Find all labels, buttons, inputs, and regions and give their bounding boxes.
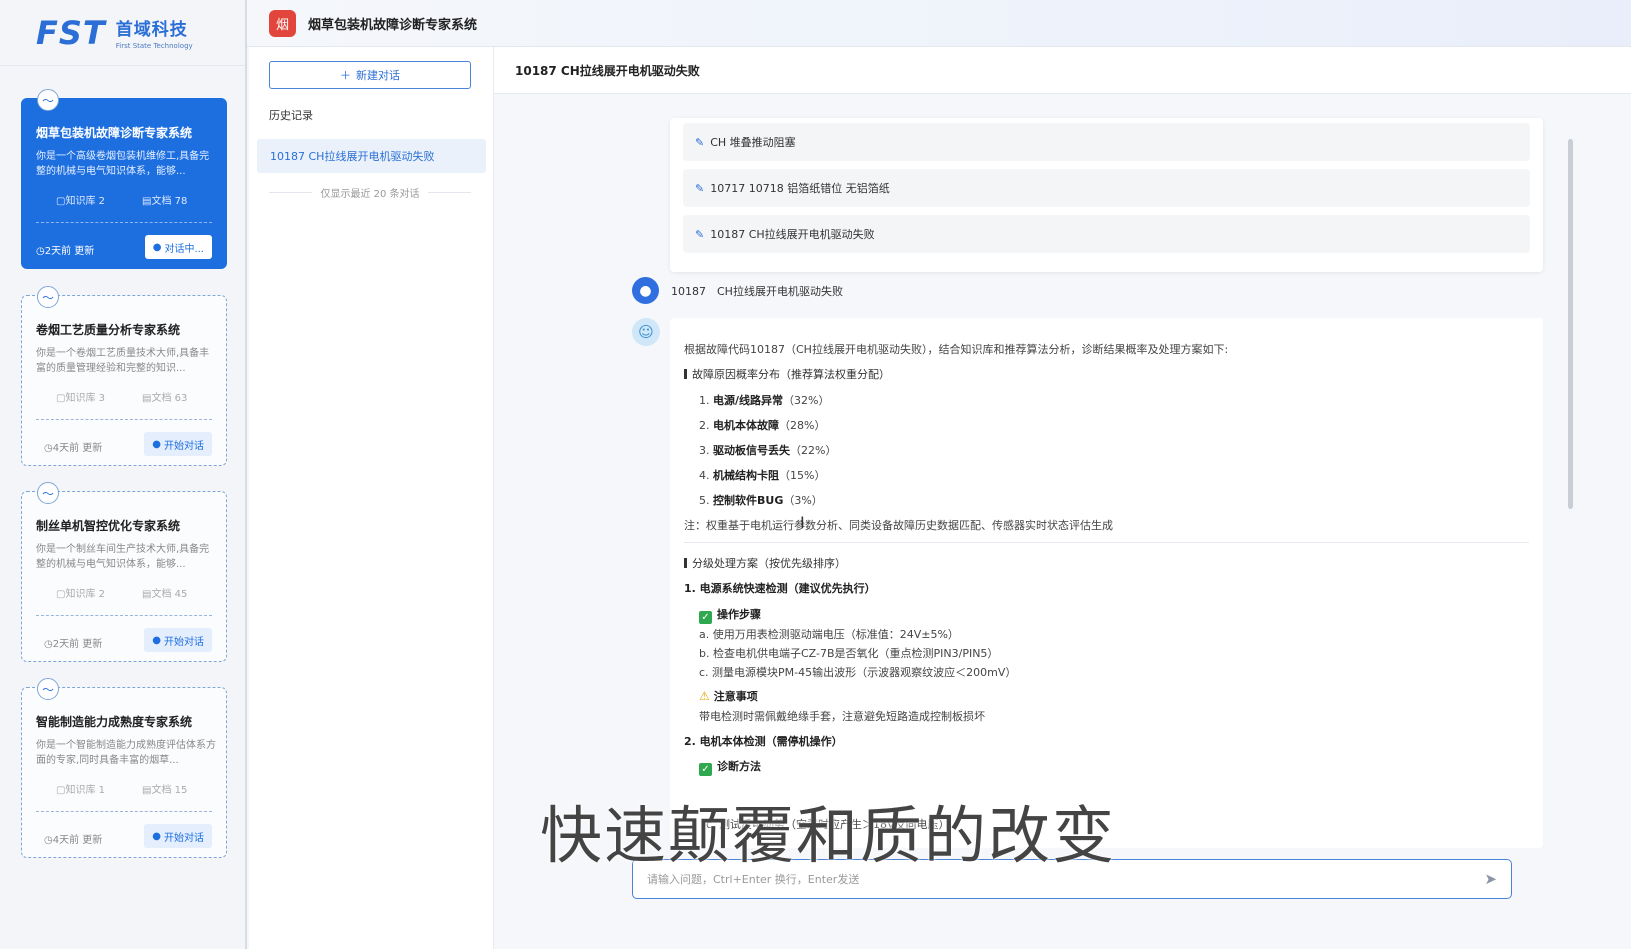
expert-system-card[interactable]: 〜 烟草包装机故障诊断专家系统 你是一个高级卷烟包装机维修工,具备完整的机械与电… [21, 89, 227, 269]
system-sidebar: FST 首域科技 First State Technology 〜 烟草包装机故… [0, 0, 247, 949]
chat-bubble-icon: ● [152, 241, 162, 253]
document-count: ▤文档 63 [142, 393, 188, 404]
chat-status-button[interactable]: ● 对话中... [144, 235, 212, 259]
plus-icon: ＋ [340, 69, 351, 82]
logo-name-cn: 首域科技 [115, 20, 188, 40]
pulse-icon: 〜 [37, 678, 59, 700]
knowledge-base-count: ▢知识库 1 [56, 785, 105, 796]
user-avatar-icon: ● [632, 277, 659, 304]
expert-system-card[interactable]: 〜 制丝单机智控优化专家系统 你是一个制丝车间生产技术大师,具备完整的机械与电气… [21, 482, 227, 662]
ops-label: ✓ 操作步骤 [699, 606, 761, 624]
history-label: 历史记录 [269, 109, 313, 122]
document-count: ▤文档 15 [142, 785, 188, 796]
step-title: 2. 电机本体检测（需停机操作） [684, 735, 843, 748]
user-message: ● 10187 CH拉线展开电机驱动失败 [632, 277, 843, 304]
section-heading: 分级处理方案（按优先级排序） [684, 555, 846, 571]
warning-icon: ⚠ [699, 689, 710, 703]
answer-note: 注：权重基于电机运行参数分析、同类设备故障历史数据匹配、传感器实时状态评估生成 [684, 519, 1113, 532]
suggestion-item[interactable]: ✎ CH 堆叠推动阻塞 [683, 123, 1530, 161]
diag-label: ✓ 诊断方法 [699, 758, 761, 776]
scrollbar[interactable] [1568, 139, 1573, 509]
send-icon[interactable]: ➤ [1484, 870, 1497, 888]
card-divider [36, 222, 212, 223]
checkmark-icon: ✓ [699, 611, 712, 624]
knowledge-base-count: ▢知识库 3 [56, 393, 105, 404]
chat-title: 10187 CH拉线展开电机驱动失败 [494, 47, 1631, 94]
chat-bubble-icon: ● [152, 634, 161, 646]
cause-item: 4. 机械结构卡阻（15%） [699, 469, 826, 482]
card-divider [36, 811, 212, 812]
chat-input-placeholder: 请输入问题，Ctrl+Enter 换行，Enter发送 [647, 873, 860, 886]
new-chat-button[interactable]: ＋ 新建对话 [269, 61, 471, 89]
card-title: 卷烟工艺质量分析专家系统 [36, 323, 181, 337]
updated-time: ◷2天前 更新 [44, 639, 103, 650]
history-panel: ＋ 新建对话 历史记录 10187 CH拉线展开电机驱动失败 仅显示最近 20 … [249, 47, 494, 949]
answer-intro: 根据故障代码10187（CH拉线展开电机驱动失败），结合知识库和推荐算法分析，诊… [684, 343, 1229, 356]
updated-time: ◷2天前 更新 [36, 246, 95, 257]
text-cursor-icon: I [800, 513, 805, 532]
divider [684, 542, 1529, 543]
card-description: 你是一个卷烟工艺质量技术大师,具备丰富的质量管理经验和完整的知识... [36, 348, 210, 374]
cause-item: 3. 驱动板信号丢失（22%） [699, 444, 837, 457]
suggestion-list: ✎ CH 堆叠推动阻塞 ✎ 10717 10718 铝箔纸错位 无铝箔纸 ✎ 1018… [670, 118, 1543, 272]
app-header: 烟 烟草包装机故障诊断专家系统 [247, 0, 1631, 47]
app-title: 烟草包装机故障诊断专家系统 [308, 17, 478, 33]
step-title: 1. 电源系统快速检测（建议优先执行） [684, 582, 876, 595]
start-chat-button[interactable]: ● 开始对话 [144, 628, 212, 652]
bot-avatar-icon: ☺ [632, 318, 660, 346]
card-divider [36, 419, 212, 420]
cause-item: 2. 电机本体故障（28%） [699, 419, 826, 432]
pulse-icon: 〜 [37, 482, 59, 504]
knowledge-base-count: ▢知识库 2 [56, 589, 105, 600]
start-chat-button[interactable]: ● 开始对话 [144, 432, 212, 456]
card-title: 智能制造能力成熟度专家系统 [36, 715, 193, 729]
pulse-icon: 〜 [37, 89, 59, 111]
card-title: 制丝单机智控优化专家系统 [36, 519, 181, 533]
history-item[interactable]: 10187 CH拉线展开电机驱动失败 [257, 139, 486, 173]
diag-step: c. 测试反电动势（空载时应产生＞18V反向电压） [706, 818, 950, 831]
document-count: ▤文档 78 [142, 196, 188, 207]
updated-time: ◷4天前 更新 [44, 443, 103, 454]
chat-area: 10187 CH拉线展开电机驱动失败 ✎ CH 堆叠推动阻塞 ✎ 10717 107… [494, 47, 1631, 949]
card-description: 你是一个高级卷烟包装机维修工,具备完整的机械与电气知识体系，能够... [36, 151, 210, 177]
pen-icon: ✎ [695, 227, 705, 241]
card-description: 你是一个制丝车间生产技术大师,具备完整的机械与电气知识体系，能够... [36, 544, 210, 570]
cause-item: 5. 控制软件BUG（3%） [699, 494, 823, 507]
knowledge-base-count: ▢知识库 2 [56, 196, 105, 207]
app-badge-icon: 烟 [269, 9, 296, 37]
op-step: a. 使用万用表检测驱动端电压（标准值：24V±5%） [699, 628, 959, 641]
logo-mark: FST [36, 13, 106, 52]
brand-logo: FST 首域科技 First State Technology [0, 0, 245, 66]
start-chat-button[interactable]: ● 开始对话 [144, 824, 212, 848]
pen-icon: ✎ [695, 181, 705, 195]
cause-item: 1. 电源/线路异常（32%） [699, 394, 830, 407]
section-heading: 故障原因概率分布（推荐算法权重分配） [684, 366, 890, 382]
suggestion-item[interactable]: ✎ 10717 10718 铝箔纸错位 无铝箔纸 [683, 169, 1530, 207]
expert-system-card[interactable]: 〜 智能制造能力成熟度专家系统 你是一个智能制造能力成熟度评估体系方面的专家,同… [21, 678, 227, 858]
expert-system-card[interactable]: 〜 卷烟工艺质量分析专家系统 你是一个卷烟工艺质量技术大师,具备丰富的质量管理经… [21, 286, 227, 466]
pulse-icon: 〜 [37, 286, 59, 308]
user-message-text: 10187 CH拉线展开电机驱动失败 [671, 284, 843, 298]
op-step: c. 测量电源模块PM-45输出波形（示波器观察纹波应＜200mV） [699, 666, 1017, 679]
pen-icon: ✎ [695, 135, 705, 149]
history-note: 仅显示最近 20 条对话 [269, 185, 471, 200]
warn-label: ⚠ 注意事项 [699, 689, 758, 703]
document-count: ▤文档 45 [142, 589, 188, 600]
card-title: 烟草包装机故障诊断专家系统 [36, 126, 193, 140]
chat-input[interactable]: 请输入问题，Ctrl+Enter 换行，Enter发送 ➤ [632, 859, 1512, 899]
card-description: 你是一个智能制造能力成熟度评估体系方面的专家,同时具备丰富的烟草... [36, 740, 216, 766]
suggestion-item[interactable]: ✎ 10187 CH拉线展开电机驱动失败 [683, 215, 1530, 253]
bot-answer: 根据故障代码10187（CH拉线展开电机驱动失败），结合知识库和推荐算法分析，诊… [670, 318, 1543, 848]
op-step: b. 检查电机供电端子CZ-7B是否氧化（重点检测PIN3/PIN5） [699, 647, 999, 660]
card-divider [36, 615, 212, 616]
chat-bubble-icon: ● [152, 830, 161, 842]
chat-bubble-icon: ● [152, 438, 161, 450]
checkmark-icon: ✓ [699, 763, 712, 776]
updated-time: ◷4天前 更新 [44, 835, 103, 846]
logo-name-en: First State Technology [115, 42, 193, 50]
warn-text: 带电检测时需佩戴绝缘手套，注意避免短路造成控制板损坏 [699, 710, 985, 723]
